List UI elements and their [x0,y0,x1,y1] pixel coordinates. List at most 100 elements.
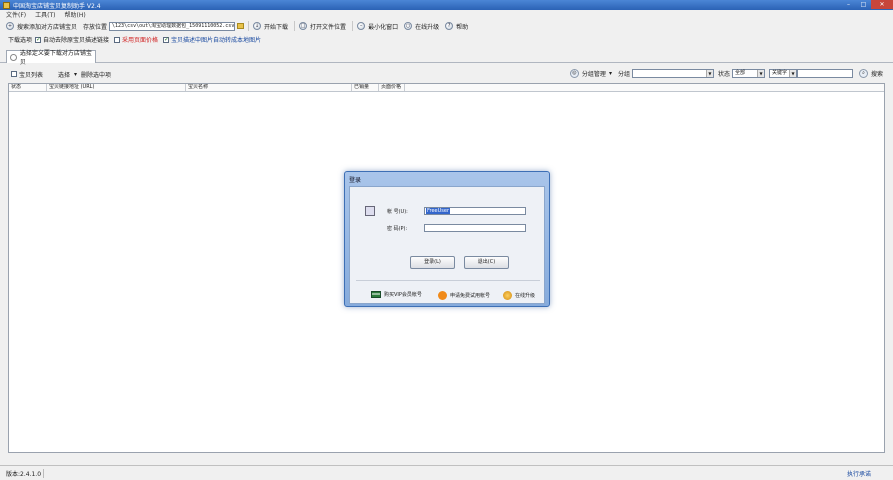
checkbox-remove-links[interactable] [35,36,41,43]
checkbox-local-images[interactable] [163,36,169,43]
account-label: 帐 号(U): [387,208,408,215]
save-path-input[interactable]: \123\csv\out\淘宝助理数据包_15091110052.csv [109,21,236,31]
list-checkbox-label: 宝贝列表 [19,71,44,79]
open-location-button[interactable]: □ 打开文件位置 [299,22,346,31]
user-card-icon [365,206,375,216]
open-folder-icon: □ [299,22,308,30]
help-icon: ? [445,22,454,30]
delete-selected-button[interactable]: 删除选中项 [81,70,111,79]
checkbox-all-items[interactable] [11,71,17,77]
group-manage-button[interactable]: 分组管理 [582,69,606,78]
window-title: 中国淘宝店铺宝贝复制助手 V2.4 [13,2,101,10]
account-input[interactable]: FreeUser [424,207,526,215]
chevron-down-icon: ▼ [756,70,764,77]
table-header: 状态 宝贝链接地址 (URL) 宝贝名称 已销量 页面价格 [9,84,884,92]
group-select[interactable]: ▼ [631,69,714,78]
column-name[interactable]: 宝贝名称 [186,84,352,91]
open-location-label: 打开文件位置 [310,23,347,31]
status-select[interactable]: 全部 ▼ [731,69,765,78]
column-status[interactable]: 状态 [9,84,47,91]
column-sold[interactable]: 已销量 [352,84,379,91]
dropdown-arrow-icon: ▾ [74,70,78,78]
checkbox-page-price[interactable] [114,36,121,43]
keyword-type-value: 关键字 [771,70,787,76]
option-remove-links[interactable]: 自动去除原宝贝描述链接 [35,35,109,44]
close-window-button[interactable]: ✕ [871,0,893,9]
dropdown-arrow-icon: ▾ [608,70,612,77]
menu-file[interactable]: 文件(F) [6,10,26,19]
upgrade-label: 在线升级 [515,293,536,299]
app-icon [3,1,10,9]
menu-tools[interactable]: 工具(T) [35,10,55,19]
options-prefix: 下载选项 [8,37,33,44]
group-manage-icon: ◎ [569,69,579,78]
dialog-title: 登录 [349,177,362,184]
download-icon: ↓ [253,22,262,30]
list-toolbar: 宝贝列表 选择 ▾ 删除选中项 ◎ 分组管理 ▾ 分组 ▼ 状态 全部 ▼ 关键字… [0,66,893,82]
account-row: 帐 号(U): FreeUser [387,207,526,215]
option-label: 采用页面价格 [122,37,159,44]
select-menu-button[interactable]: 选择 [58,70,70,79]
tab-select-items[interactable]: 选择定义要下载对方店铺宝贝 [6,50,96,66]
help-button[interactable]: ? 帮助 [445,22,468,31]
batch-add-button[interactable]: + 搜索添加对方店铺宝贝 [6,22,77,31]
menu-help[interactable]: 帮助(H) [65,10,86,19]
save-location-label: 存放位置 [83,23,108,31]
menu-bar: 文件(F) 工具(T) 帮助(H) [0,10,893,19]
title-bar: 中国淘宝店铺宝贝复制助手 V2.4 – □ ✕ [0,0,893,10]
minimize-window-button[interactable]: – [841,0,856,9]
toolbar: + 搜索添加对方店铺宝贝 存放位置 \123\csv\out\淘宝助理数据包_1… [0,19,893,33]
keyword-input[interactable] [796,69,853,78]
group-label: 分组 [617,71,630,78]
password-row: 密 码(P): [387,224,526,232]
apply-trial-link[interactable]: 申请免费试用帐号 [438,291,490,300]
status-label: 状态 [717,71,730,78]
status-select-value: 全部 [734,70,745,76]
account-value: FreeUser [426,208,451,214]
toolbar-separator [248,21,250,31]
folder-browse-icon[interactable] [237,23,245,29]
exit-button[interactable]: 退出(C) [464,256,509,269]
password-label: 密 码(P): [387,225,408,232]
keyword-type-select[interactable]: 关键字 ▼ [768,69,797,78]
login-button[interactable]: 登录(L) [410,256,455,269]
buy-vip-label: 购买VIP会员帐号 [384,292,422,298]
apply-trial-label: 申请免费试用帐号 [450,293,491,299]
upgrade-link[interactable]: 在线升级 [503,291,535,300]
item-list-checkbox[interactable]: 宝贝列表 [11,70,43,79]
start-download-button[interactable]: ↓ 开始下载 [253,22,288,31]
version-text: 版本:2.4.1.0 [6,468,44,478]
status-slogan: 执行承诺 [846,470,871,478]
login-dialog: 登录 帐 号(U): FreeUser 密 码(P): 登录(L) 退出(C) … [344,171,550,307]
column-url[interactable]: 宝贝链接地址 (URL) [47,84,186,91]
buy-vip-link[interactable]: 购买VIP会员帐号 [371,291,422,298]
status-bar: 版本:2.4.1.0 执行承诺 [0,465,893,480]
window-controls: – □ ✕ [841,0,893,10]
option-page-price[interactable]: 采用页面价格 [114,35,158,44]
option-local-images[interactable]: 宝贝描述中图片自动转成本地图片 [163,35,261,44]
vip-card-icon [371,291,381,298]
trial-icon [438,291,447,300]
tab-label: 选择定义要下载对方店铺宝贝 [19,50,92,66]
minimize-icon: – [357,22,366,30]
maximize-window-button[interactable]: □ [856,0,871,9]
chevron-down-icon: ▼ [788,70,796,77]
add-icon: + [6,22,14,30]
search-button[interactable]: 搜索 [871,69,883,78]
batch-add-label: 搜索添加对方店铺宝贝 [17,23,78,31]
download-options: 下载选项 自动去除原宝贝描述链接 采用页面价格 宝贝描述中图片自动转成本地图片 [0,34,893,45]
minimize-label: 最小化窗口 [368,23,399,31]
globe-icon: ○ [404,22,413,30]
search-icon[interactable]: ⌕ [858,69,868,78]
dialog-body: 帐 号(U): FreeUser 密 码(P): 登录(L) 退出(C) 购买V… [349,186,545,304]
toolbar-separator [294,21,296,31]
column-price[interactable]: 页面价格 [379,84,405,91]
chevron-down-icon: ▼ [705,70,713,77]
password-input[interactable] [424,224,526,232]
tab-strip: 选择定义要下载对方店铺宝贝 [0,47,893,66]
dialog-divider [356,280,540,281]
online-upgrade-label: 在线升级 [415,23,440,31]
online-upgrade-button[interactable]: ○ 在线升级 [404,22,439,31]
help-label: 帮助 [456,23,469,31]
minimize-tray-button[interactable]: – 最小化窗口 [357,22,398,31]
